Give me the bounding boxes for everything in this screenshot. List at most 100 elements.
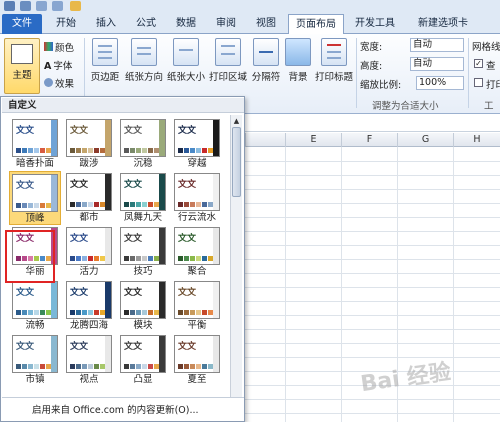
theme-item[interactable]: 文文 跋涉 — [63, 117, 115, 171]
theme-color-swatch — [70, 364, 75, 369]
theme-item[interactable]: 文文 聚合 — [171, 225, 223, 279]
theme-color-swatch — [70, 256, 75, 261]
theme-item[interactable]: 文文 龙腾四海 — [63, 279, 115, 333]
theme-color-swatch — [196, 202, 201, 207]
theme-sample-text: 文文 — [70, 342, 89, 352]
width-select[interactable]: 自动 — [410, 38, 464, 52]
theme-color-swatch — [40, 148, 45, 153]
tab-insert[interactable]: 插入 — [88, 14, 124, 34]
gallery-scrollbar[interactable]: ▲ ▼ — [230, 115, 242, 411]
theme-preview-icon: 文文 — [12, 335, 58, 373]
column-header[interactable]: H — [453, 133, 500, 147]
tab-review[interactable]: 审阅 — [208, 14, 244, 34]
undo-icon[interactable] — [36, 1, 47, 11]
open-folder-icon[interactable] — [70, 1, 81, 11]
fonts-button[interactable]: A 字体 — [44, 58, 72, 72]
theme-color-swatch — [154, 310, 159, 315]
excel-icon — [4, 1, 15, 11]
column-header[interactable]: F — [341, 133, 397, 147]
theme-color-swatch — [28, 148, 33, 153]
tab-formulas[interactable]: 公式 — [128, 14, 164, 34]
effects-button[interactable]: 效果 — [44, 76, 74, 90]
theme-color-swatch — [40, 256, 45, 261]
scroll-up-icon[interactable]: ▲ — [232, 116, 241, 126]
theme-accent-strip — [213, 282, 219, 318]
orientation-button[interactable]: 纸张方向 — [124, 38, 164, 83]
theme-item[interactable]: 文文 穿越 — [171, 117, 223, 171]
theme-color-swatch — [100, 256, 105, 261]
theme-color-swatch — [148, 202, 153, 207]
grid-line — [245, 357, 500, 358]
theme-name: 都市 — [79, 212, 99, 223]
theme-color-swatch — [46, 203, 51, 208]
theme-preview-icon: 文文 — [66, 227, 112, 265]
margins-button[interactable]: 页边距 — [88, 38, 122, 83]
breaks-button[interactable]: 分隔符 — [250, 38, 282, 83]
grid-line — [245, 175, 500, 176]
colors-button[interactable]: 颜色 — [44, 40, 74, 54]
background-button[interactable]: 背景 — [284, 38, 312, 83]
print-titles-button[interactable]: 打印标题 — [314, 38, 354, 83]
tab-page-layout[interactable]: 页面布局 — [288, 14, 344, 35]
theme-item[interactable]: 文文 暗香扑面 — [9, 117, 61, 171]
tab-new[interactable]: 新建选项卡 — [408, 14, 478, 34]
theme-item[interactable]: 文文 顶峰 — [9, 171, 61, 225]
tab-data[interactable]: 数据 — [168, 14, 204, 34]
theme-item[interactable]: 文文 都市 — [63, 171, 115, 225]
theme-color-swatch — [184, 148, 189, 153]
theme-item[interactable]: 文文 凤舞九天 — [117, 171, 169, 225]
tab-developer[interactable]: 开发工具 — [348, 14, 402, 34]
theme-color-swatch — [124, 256, 129, 261]
theme-item[interactable]: 文文 模块 — [117, 279, 169, 333]
save-icon[interactable] — [20, 1, 31, 11]
themes-button[interactable]: 主题 — [4, 38, 40, 94]
theme-color-swatch — [46, 148, 51, 153]
tab-home[interactable]: 开始 — [48, 14, 84, 34]
theme-color-swatch — [46, 364, 51, 369]
tab-file[interactable]: 文件 — [2, 14, 42, 34]
redo-icon[interactable] — [52, 1, 63, 11]
column-header[interactable] — [245, 133, 285, 147]
theme-name: 夏至 — [187, 374, 207, 385]
size-button[interactable]: 纸张大小 — [166, 38, 206, 83]
scrollbar-thumb[interactable] — [232, 127, 241, 197]
grid-line — [245, 217, 500, 218]
scale-input[interactable]: 100% — [416, 76, 464, 90]
divider — [356, 38, 357, 108]
print-checkbox[interactable] — [474, 78, 483, 87]
effects-label: 效果 — [55, 79, 75, 90]
theme-preview-icon: 文文 — [66, 335, 112, 373]
height-select[interactable]: 自动 — [410, 57, 464, 71]
theme-sample-text: 文文 — [70, 234, 89, 244]
formula-bar[interactable] — [245, 114, 500, 132]
theme-item[interactable]: 文文夏至 — [171, 333, 223, 387]
theme-item[interactable]: 文文 平衡 — [171, 279, 223, 333]
theme-item[interactable]: 文文 技巧 — [117, 225, 169, 279]
theme-color-swatch — [28, 203, 33, 208]
theme-item[interactable]: 文文 沉稳 — [117, 117, 169, 171]
theme-name: 凤舞九天 — [123, 212, 162, 223]
enable-office-updates-item[interactable]: 启用来自 Office.com 的内容更新(O)... — [32, 402, 199, 416]
theme-sample-text: 文文 — [178, 342, 197, 352]
theme-color-swatch — [178, 364, 183, 369]
theme-item[interactable]: 文文 流畅 — [9, 279, 61, 333]
theme-color-swatch — [16, 364, 21, 369]
theme-item[interactable]: 文文 华丽 — [9, 225, 61, 279]
theme-color-swatch — [184, 364, 189, 369]
theme-name: 行云流水 — [177, 212, 216, 223]
theme-item[interactable]: 文文 视点 — [63, 333, 115, 387]
theme-color-swatch — [136, 148, 141, 153]
theme-item[interactable]: 文文 市镇 — [9, 333, 61, 387]
view-checkbox[interactable]: ✓ — [474, 59, 483, 68]
theme-color-swatch — [196, 364, 201, 369]
theme-item[interactable]: 文文 活力 — [63, 225, 115, 279]
theme-item[interactable]: 文文 凸显 — [117, 333, 169, 387]
theme-color-swatch — [124, 364, 129, 369]
gallery-header: 自定义 — [2, 98, 244, 113]
theme-color-swatch — [28, 256, 33, 261]
theme-item[interactable]: 文文 行云流水 — [171, 171, 223, 225]
print-area-button[interactable]: 打印区域 — [208, 38, 248, 83]
tab-view[interactable]: 视图 — [248, 14, 284, 34]
column-header[interactable]: E — [285, 133, 341, 147]
column-header[interactable]: G — [397, 133, 453, 147]
